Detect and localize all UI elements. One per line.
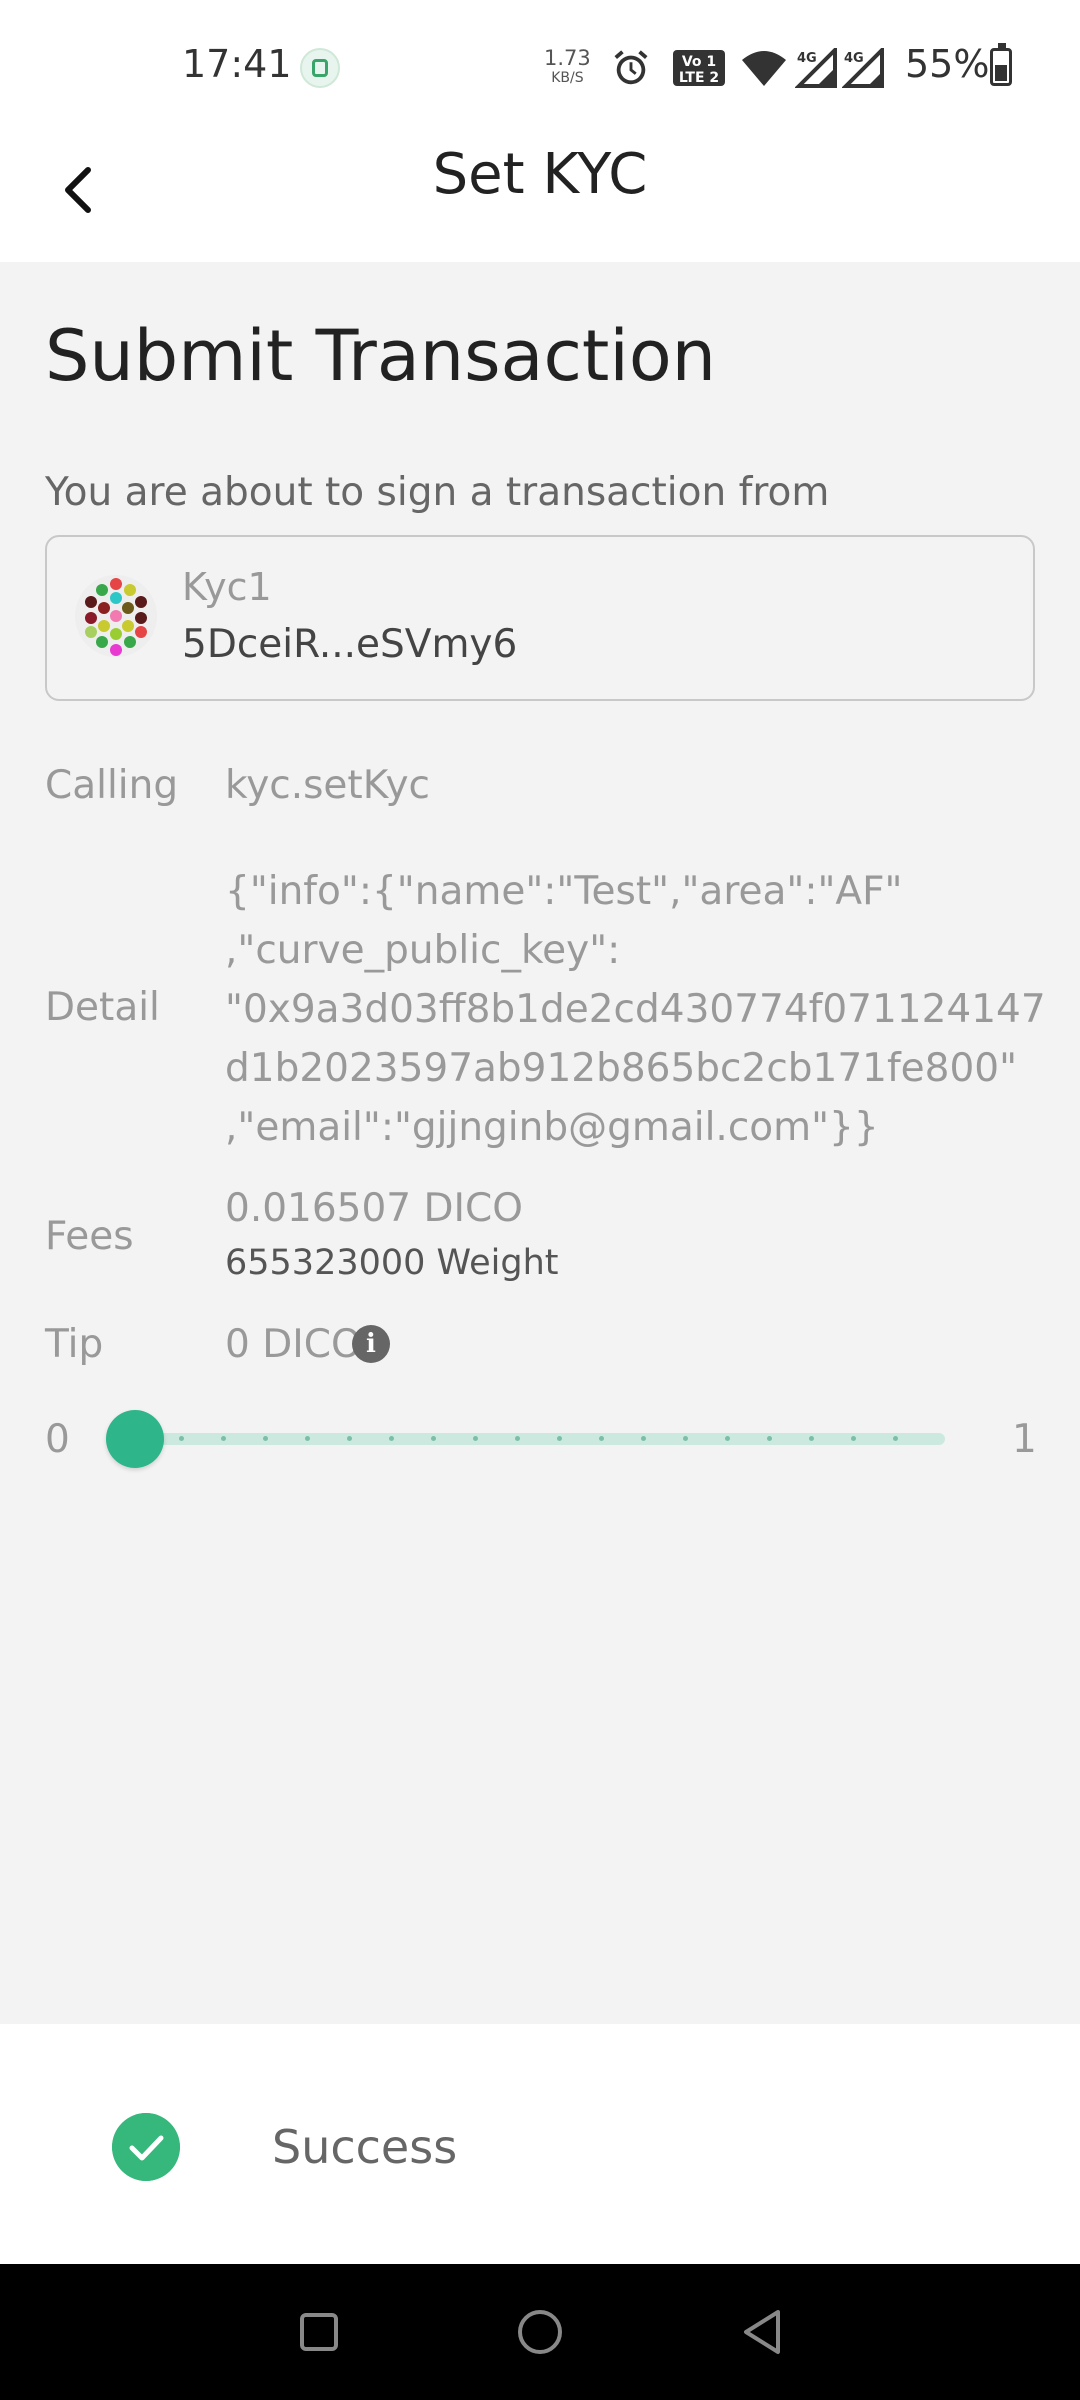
account-name: Kyc1 <box>182 565 272 609</box>
slider-tick <box>893 1436 898 1441</box>
account-identicon <box>75 575 157 657</box>
alarm-icon <box>614 50 648 85</box>
signal-4g-icon: 4G <box>842 48 884 88</box>
slider-tick <box>599 1436 604 1441</box>
app-bar-title: Set KYC <box>432 142 648 207</box>
slider-tick <box>725 1436 730 1441</box>
slider-tick <box>305 1436 310 1441</box>
tip-slider-track[interactable] <box>135 1433 945 1445</box>
slider-tick <box>851 1436 856 1441</box>
app-notification-icon <box>300 48 340 88</box>
slider-tick <box>221 1436 226 1441</box>
network-speed: 1.73 KB/S <box>544 48 591 88</box>
slider-tick <box>809 1436 814 1441</box>
network-speed-value: 1.73 <box>544 46 591 70</box>
slider-tick <box>641 1436 646 1441</box>
calling-value: kyc.setKyc <box>225 763 430 808</box>
network-speed-unit: KB/S <box>551 70 584 86</box>
battery-icon <box>990 43 1012 86</box>
slider-tick <box>389 1436 394 1441</box>
fees-amount: 0.016507 DICO <box>225 1186 523 1231</box>
slider-max-label: 1 <box>1012 1417 1037 1462</box>
detail-label: Detail <box>45 985 160 1030</box>
slider-tick <box>683 1436 688 1441</box>
svg-text:Vo 1: Vo 1 <box>682 54 716 70</box>
account-card[interactable] <box>45 535 1035 701</box>
slider-tick <box>347 1436 352 1441</box>
fees-label: Fees <box>45 1214 134 1259</box>
slider-tick <box>473 1436 478 1441</box>
tip-value: 0 DICO <box>225 1322 362 1367</box>
slider-tick <box>431 1436 436 1441</box>
slider-tick <box>767 1436 772 1441</box>
home-button[interactable] <box>518 2310 562 2354</box>
recent-apps-button[interactable] <box>300 2313 338 2351</box>
page-title: Submit Transaction <box>45 315 717 397</box>
fees-weight: 655323000 Weight <box>225 1243 559 1283</box>
slider-tick <box>557 1436 562 1441</box>
slider-tick <box>515 1436 520 1441</box>
slider-tick <box>263 1436 268 1441</box>
signal-4g-icon: 4G <box>795 48 837 88</box>
status-time: 17:41 <box>182 42 292 86</box>
slider-min-label: 0 <box>45 1417 70 1462</box>
system-back-button[interactable] <box>738 2306 788 2358</box>
transaction-intro: You are about to sign a transaction from <box>45 470 830 515</box>
svg-text:4G: 4G <box>844 51 864 66</box>
svg-text:LTE 2: LTE 2 <box>679 70 719 86</box>
tip-slider-thumb[interactable] <box>106 1410 164 1468</box>
status-text: Success <box>272 2120 458 2174</box>
wifi-icon <box>742 51 786 86</box>
volte-icon: Vo 1 LTE 2 <box>673 50 725 86</box>
info-icon[interactable]: i <box>352 1325 390 1363</box>
account-address: 5DceiR...eSVmy6 <box>182 622 518 667</box>
svg-text:4G: 4G <box>797 51 817 66</box>
calling-label: Calling <box>45 763 179 808</box>
battery-percentage: 55% <box>905 42 990 86</box>
detail-value: {"info":{"name":"Test","area":"AF" ,"cur… <box>225 869 1046 1150</box>
slider-tick <box>179 1436 184 1441</box>
tip-label: Tip <box>45 1322 104 1367</box>
check-circle-icon <box>112 2113 180 2181</box>
